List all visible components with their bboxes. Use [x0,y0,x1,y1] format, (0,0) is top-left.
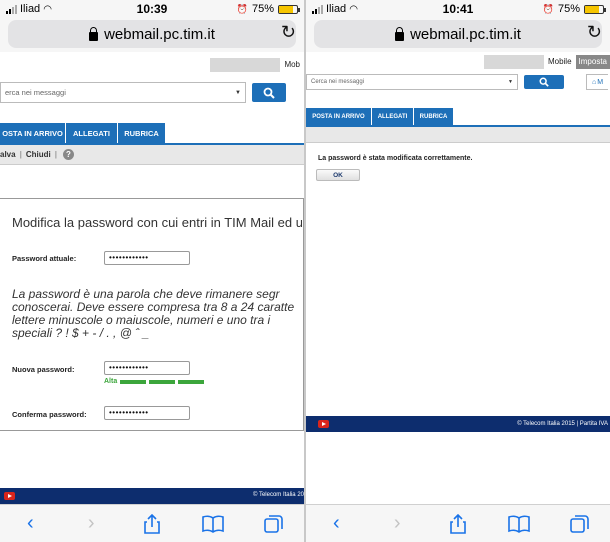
address-bar[interactable]: webmail.pc.tim.it [8,20,296,48]
webmail-page: Mobile Imposta Cerca nei messaggi ▼ ⌂ M P… [306,52,610,504]
confirm-password-label: Conferma password: [12,410,87,419]
page-footer: © Telecom Italia 2015 | Partita IVA [306,416,610,432]
share-icon[interactable] [443,513,473,534]
tab-inbox[interactable]: POSTA IN ARRIVO [306,108,372,125]
copyright-text: © Telecom Italia 2015 | Partita IVA [517,421,608,427]
tab-contacts[interactable]: RUBRICA [414,108,454,125]
toolbar: alva | Chiudi | ? [0,145,304,165]
search-button[interactable] [252,83,286,102]
current-password-label: Password attuale: [12,254,77,263]
left-screenshot: Iliad ◠ 10:39 ⏰ 75% webmail.pc.tim.it ↻ … [0,0,304,542]
password-rules: La password è una parola che deve rimane… [12,288,295,340]
dropdown-arrow-icon[interactable]: ▼ [508,79,513,85]
copyright-text: © Telecom Italia 20 [252,492,304,498]
current-password-field[interactable]: •••••••••••• [104,251,190,265]
strength-bar [120,379,147,384]
battery-icon [278,4,300,14]
toolbar [306,127,610,143]
address-bar[interactable]: webmail.pc.tim.it [314,20,602,48]
save-button[interactable]: alva [0,150,20,159]
alarm-icon: ⏰ [236,3,248,14]
password-strength-meter: Alta [104,378,205,385]
strength-bar [178,379,205,384]
search-button[interactable] [524,75,564,89]
search-icon [263,87,275,99]
strength-label: Alta [104,378,118,385]
mobile-link[interactable]: Mobile [544,55,576,69]
back-icon[interactable]: ‹ [321,512,351,535]
browser-toolbar: ‹ › [0,504,304,542]
bookmarks-icon[interactable] [198,515,228,533]
settings-link[interactable]: Imposta [575,55,610,69]
lock-icon [395,26,405,41]
mobile-link[interactable]: Mob [280,58,304,72]
success-message: La password è stata modificata correttam… [318,155,473,162]
strength-bar [149,379,176,384]
battery-percent: 75% [251,3,274,15]
home-icon: ⌂ [591,78,597,86]
close-button[interactable]: Chiudi [22,150,55,159]
bookmarks-icon[interactable] [504,515,534,533]
tab-attachments[interactable]: ALLEGATI [372,108,414,125]
tab-inbox[interactable]: OSTA IN ARRIVO [0,123,66,143]
lock-icon [89,26,99,41]
search-icon [539,77,549,87]
form-title: Modifica la password con cui entri in TI… [12,215,302,230]
main-tabs: POSTA IN ARRIVO ALLEGATI RUBRICA [306,108,454,125]
battery-icon [584,4,606,14]
url-text: webmail.pc.tim.it [104,25,215,43]
webmail-page: Mob erca nei messaggi ▼ OSTA IN ARRIVO A… [0,52,304,504]
status-bar: Iliad ◠ 10:41 ⏰ 75% [306,0,610,18]
alarm-icon: ⏰ [542,3,554,14]
tabs-icon[interactable] [565,514,595,534]
new-password-label: Nuova password: [12,365,75,374]
youtube-icon[interactable] [318,420,329,428]
browser-toolbar: ‹ › [306,504,610,542]
url-text: webmail.pc.tim.it [410,25,521,43]
tab-contacts[interactable]: RUBRICA [118,123,166,143]
page-footer: © Telecom Italia 20 [0,488,304,504]
main-tabs: OSTA IN ARRIVO ALLEGATI RUBRICA [0,123,166,143]
reload-icon[interactable]: ↻ [587,22,602,43]
status-bar: Iliad ◠ 10:39 ⏰ 75% [0,0,304,18]
dropdown-arrow-icon[interactable]: ▼ [235,90,241,96]
confirm-password-field[interactable]: •••••••••••• [104,406,190,420]
forward-icon[interactable]: › [382,512,412,535]
share-icon[interactable] [137,513,167,534]
search-input[interactable]: Cerca nei messaggi ▼ [306,74,518,90]
tab-attachments[interactable]: ALLEGATI [66,123,118,143]
search-input[interactable]: erca nei messaggi ▼ [0,82,246,103]
reload-icon[interactable]: ↻ [281,22,296,43]
new-password-field[interactable]: •••••••••••• [104,361,190,375]
battery-percent: 75% [557,3,580,15]
change-password-form: Modifica la password con cui entri in TI… [0,198,304,431]
youtube-icon[interactable] [4,492,15,500]
help-icon[interactable]: ? [62,149,74,160]
right-screenshot: Iliad ◠ 10:41 ⏰ 75% webmail.pc.tim.it ↻ … [306,0,610,542]
forward-icon[interactable]: › [76,512,106,535]
ok-button[interactable]: OK [316,169,360,181]
home-button[interactable]: ⌂ M [586,74,608,90]
tabs-icon[interactable] [259,514,289,534]
back-icon[interactable]: ‹ [15,512,45,535]
